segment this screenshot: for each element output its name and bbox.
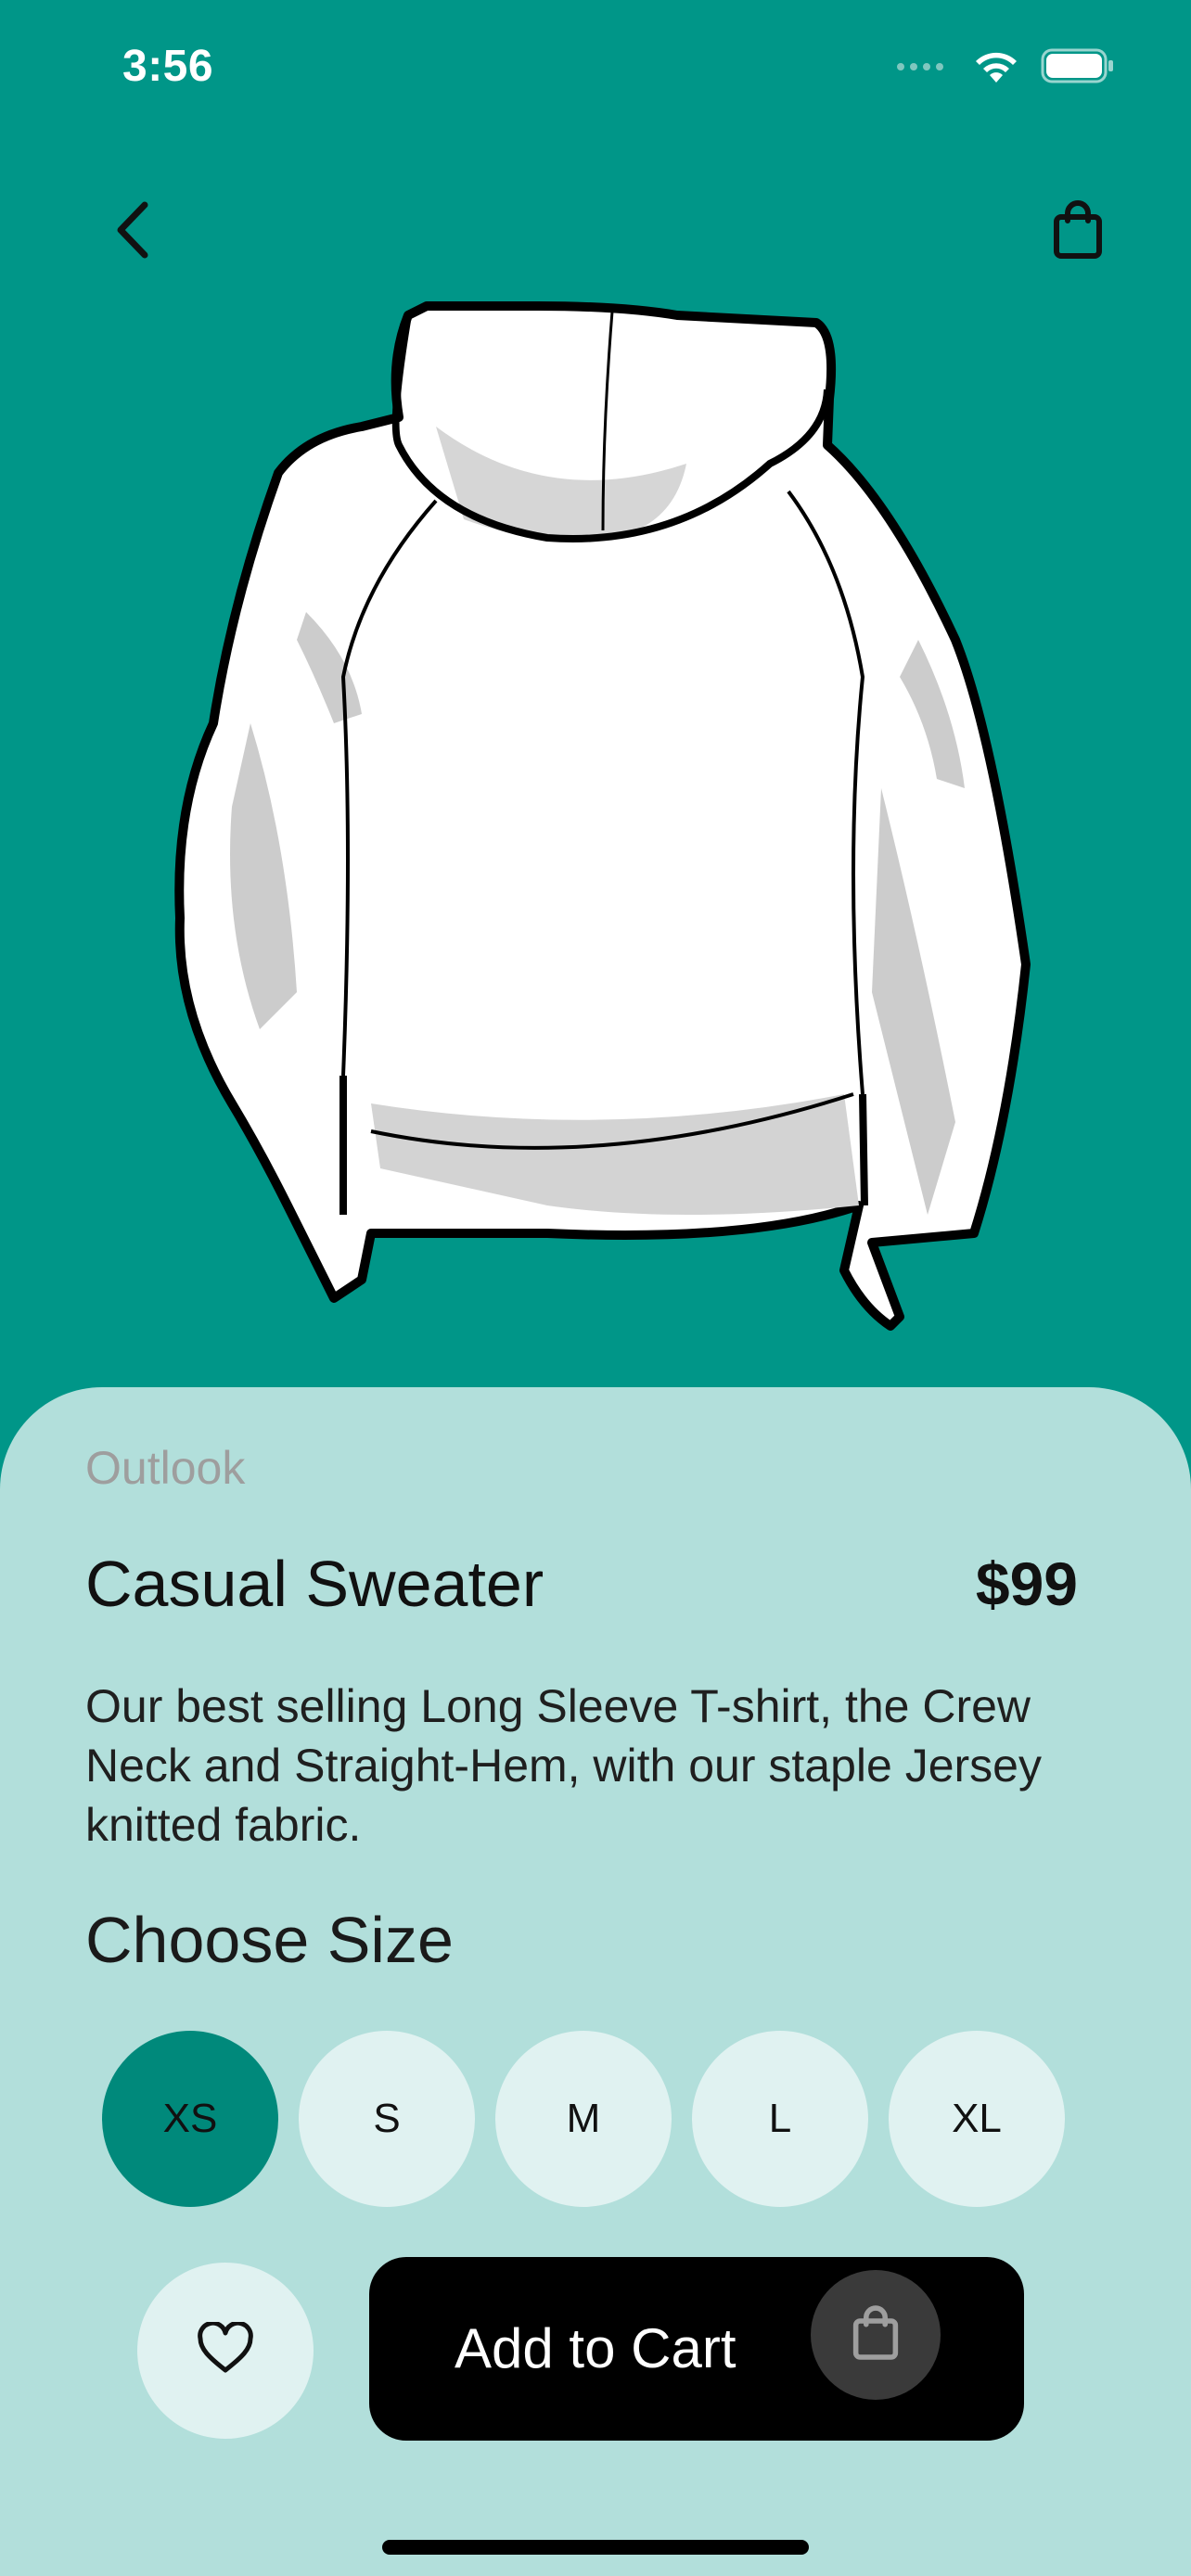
add-to-cart-label: Add to Cart — [455, 2317, 736, 2379]
product-description: Our best selling Long Sleeve T-shirt, th… — [85, 1680, 1042, 1851]
size-option-xl[interactable]: XL — [889, 2031, 1065, 2207]
home-indicator[interactable] — [382, 2540, 809, 2555]
status-time: 3:56 — [122, 42, 214, 91]
signal-icon — [896, 59, 952, 77]
product-image — [158, 287, 1048, 1345]
product-brand: Outlook — [85, 1442, 246, 1494]
back-button[interactable] — [89, 185, 182, 278]
size-options: XS S M L XL — [102, 2031, 1095, 2207]
hoodie-illustration — [174, 301, 1031, 1331]
shopping-bag-icon — [852, 2304, 900, 2366]
heart-icon — [196, 2320, 255, 2380]
add-to-cart-button[interactable]: Add to Cart — [369, 2257, 1024, 2441]
status-icons — [896, 46, 1115, 89]
size-heading: Choose Size — [85, 1904, 454, 1976]
size-option-l[interactable]: L — [692, 2031, 868, 2207]
cart-icon-circle — [811, 2270, 941, 2400]
status-bar: 3:56 — [0, 0, 1191, 139]
cart-button[interactable] — [1031, 185, 1124, 278]
shopping-bag-icon — [1052, 199, 1104, 264]
battery-icon — [1041, 47, 1115, 89]
size-option-s[interactable]: S — [299, 2031, 475, 2207]
product-details-sheet: Outlook Casual Sweater $99 Our best sell… — [0, 1387, 1191, 2576]
size-option-xs[interactable]: XS — [102, 2031, 278, 2207]
favorite-button[interactable] — [137, 2263, 314, 2439]
top-navigation — [0, 185, 1191, 287]
size-option-m[interactable]: M — [495, 2031, 672, 2207]
title-row: Casual Sweater $99 — [85, 1547, 1078, 1621]
product-price: $99 — [975, 1549, 1078, 1618]
product-name: Casual Sweater — [85, 1548, 544, 1620]
wifi-icon — [972, 47, 1020, 89]
chevron-left-icon — [108, 198, 163, 267]
